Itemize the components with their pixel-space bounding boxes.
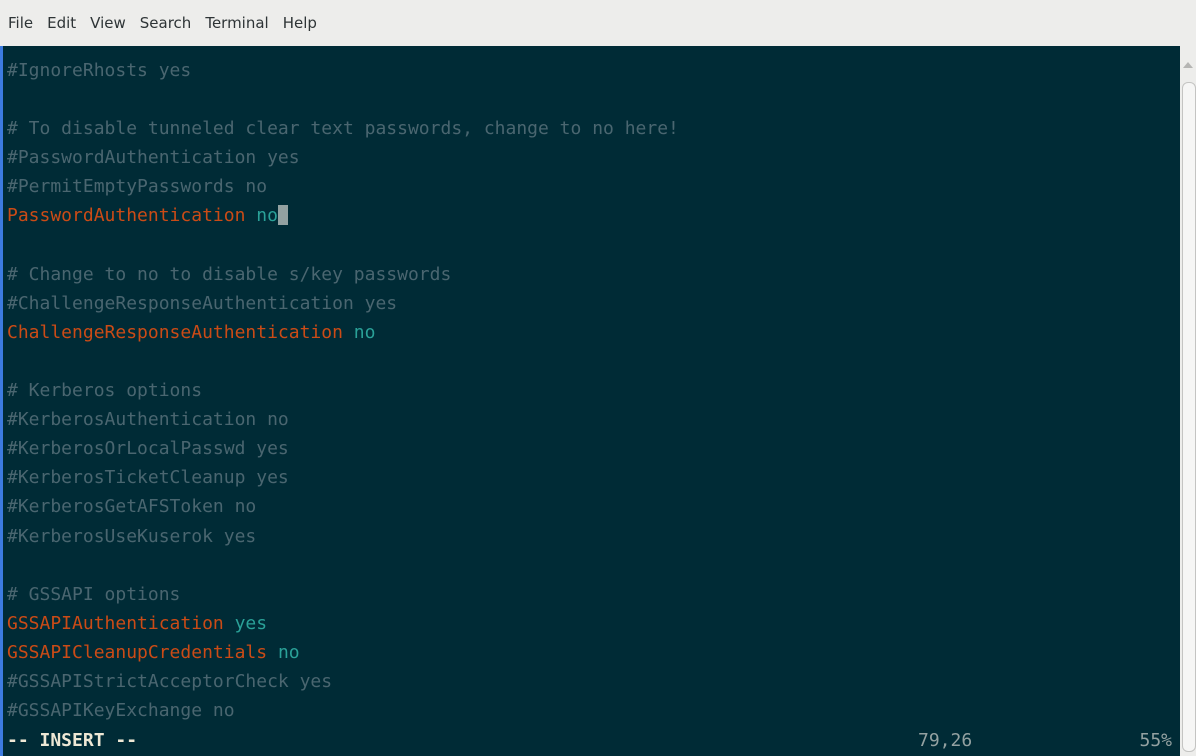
editor-line: #KerberosGetAFSToken no xyxy=(7,492,679,521)
editor-line: #IgnoreRhosts yes xyxy=(7,56,679,85)
editor-line: # Kerberos options xyxy=(7,376,679,405)
comment-text: #KerberosTicketCleanup yes xyxy=(7,467,289,489)
menu-view[interactable]: View xyxy=(90,12,126,34)
editor-line: # GSSAPI options xyxy=(7,580,679,609)
comment-text: # GSSAPI options xyxy=(7,583,181,605)
terminal-window: File Edit View Search Terminal Help #Ign… xyxy=(0,0,1196,756)
editor-line: #PermitEmptyPasswords no xyxy=(7,172,679,201)
setting-key: GSSAPICleanupCredentials xyxy=(7,641,268,663)
comment-text: #GSSAPIKeyExchange no xyxy=(7,700,235,722)
setting-value: yes xyxy=(234,612,268,634)
setting-value: no xyxy=(353,321,376,343)
menu-file[interactable]: File xyxy=(8,12,33,34)
comment-text: # Change to no to disable s/key password… xyxy=(7,263,452,285)
editor-line: #KerberosAuthentication no xyxy=(7,405,679,434)
comment-text: #KerberosAuthentication no xyxy=(7,409,289,431)
cursor-position: 79,26 xyxy=(918,730,973,751)
menu-edit[interactable]: Edit xyxy=(47,12,76,34)
editor-line: # To disable tunneled clear text passwor… xyxy=(7,114,679,143)
comment-text: #KerberosGetAFSToken no xyxy=(7,496,257,518)
editor-line: GSSAPIAuthentication yes xyxy=(7,609,679,638)
editor-line: #PasswordAuthentication yes xyxy=(7,143,679,172)
editor-line: #GSSAPIKeyExchange no xyxy=(7,696,679,725)
text-cursor xyxy=(277,205,288,226)
vertical-scrollbar[interactable] xyxy=(1180,46,1196,756)
mode-indicator: -- INSERT -- xyxy=(7,730,138,751)
menu-bar: File Edit View Search Terminal Help xyxy=(0,0,1196,46)
comment-text: # Kerberos options xyxy=(7,380,203,402)
scroll-up-icon[interactable] xyxy=(1183,62,1193,68)
scrollbar-thumb[interactable] xyxy=(1182,82,1196,752)
editor-line: # Change to no to disable s/key password… xyxy=(7,260,679,289)
comment-text: #IgnoreRhosts yes xyxy=(7,60,192,81)
comment-text: #KerberosUseKuserok yes xyxy=(7,525,257,547)
editor-line: #KerberosTicketCleanup yes xyxy=(7,463,679,492)
comment-text: #KerberosOrLocalPasswd yes xyxy=(7,438,289,460)
editor-line: #ChallengeResponseAuthentication yes xyxy=(7,289,679,318)
setting-key: GSSAPIAuthentication xyxy=(7,612,224,634)
menu-terminal[interactable]: Terminal xyxy=(205,12,268,34)
setting-value: no xyxy=(256,205,278,227)
editor-line: PasswordAuthentication no xyxy=(7,201,679,230)
comment-text: #PasswordAuthentication yes xyxy=(7,147,300,169)
terminal-area[interactable]: #IgnoreRhosts yes # To disable tunneled c… xyxy=(0,46,1180,756)
comment-text: #ChallengeResponseAuthentication yes xyxy=(7,292,398,314)
comment-text: #PermitEmptyPasswords no xyxy=(7,176,268,198)
editor-line: GSSAPICleanupCredentials no xyxy=(7,638,679,667)
editor-line: ChallengeResponseAuthentication no xyxy=(7,318,679,347)
focus-indicator xyxy=(0,46,3,756)
setting-value: no xyxy=(277,641,300,663)
editor-line: #KerberosOrLocalPasswd yes xyxy=(7,434,679,463)
menu-search[interactable]: Search xyxy=(140,12,192,34)
vim-status-line: -- INSERT -- 79,26 55% xyxy=(0,726,1180,756)
editor-buffer[interactable]: #IgnoreRhosts yes # To disable tunneled c… xyxy=(7,56,679,725)
editor-line: #KerberosUseKuserok yes xyxy=(7,522,679,551)
setting-key: PasswordAuthentication xyxy=(7,205,246,227)
scroll-percent: 55% xyxy=(1139,730,1172,751)
menu-help[interactable]: Help xyxy=(283,12,317,34)
editor-line: #GSSAPIStrictAcceptorCheck yes xyxy=(7,667,679,696)
comment-text: #GSSAPIStrictAcceptorCheck yes xyxy=(7,670,333,692)
comment-text: # To disable tunneled clear text passwor… xyxy=(7,118,679,140)
setting-key: ChallengeResponseAuthentication xyxy=(7,321,343,343)
